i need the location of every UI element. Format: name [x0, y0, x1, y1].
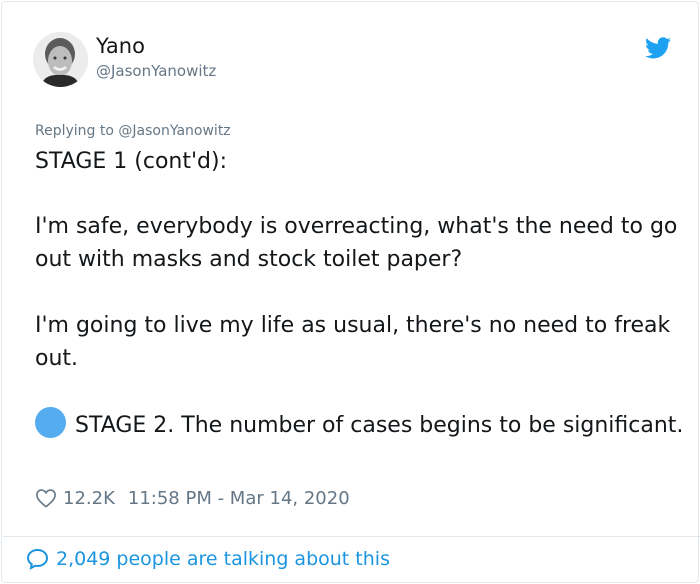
divider [3, 536, 700, 537]
avatar[interactable] [33, 32, 88, 87]
avatar-photo [33, 32, 88, 87]
tweet-header: Yano @JasonYanowitz [33, 32, 673, 92]
speech-bubble-icon [26, 548, 49, 570]
blue-circle-emoji [35, 407, 66, 438]
replying-prefix: Replying to [35, 123, 119, 139]
talking-about-link[interactable]: 2,049 people are talking about this [25, 547, 390, 571]
twitter-bird-icon[interactable] [645, 37, 671, 59]
tweet-meta: 12.2K 11:58 PM - Mar 14, 2020 [35, 485, 350, 511]
tweet-text-paragraph-3: STAGE 2. The number of cases begins to b… [35, 407, 685, 442]
tweet-card: Yano @JasonYanowitz Replying to @JasonYa… [1, 1, 700, 583]
like-count[interactable]: 12.2K [63, 488, 115, 509]
talking-about-text[interactable]: 2,049 people are talking about this [56, 548, 390, 570]
tweet-text-stage1: STAGE 1 (cont'd): [35, 149, 228, 174]
timestamp[interactable]: 11:58 PM - Mar 14, 2020 [128, 488, 350, 509]
tweet-text-paragraph-1: I'm safe, everybody is overreacting, wha… [35, 214, 678, 272]
replying-to: Replying to @JasonYanowitz [35, 123, 231, 139]
heart-outline-icon[interactable] [35, 488, 57, 508]
replying-to-handle[interactable]: @JasonYanowitz [118, 123, 230, 139]
user-handle[interactable]: @JasonYanowitz [96, 62, 216, 80]
display-name[interactable]: Yano [96, 34, 145, 58]
tweet-text-stage2: STAGE 2. The number of cases begins to b… [75, 413, 684, 438]
tweet-text-paragraph-2: I'm going to live my life as usual, ther… [35, 313, 671, 371]
